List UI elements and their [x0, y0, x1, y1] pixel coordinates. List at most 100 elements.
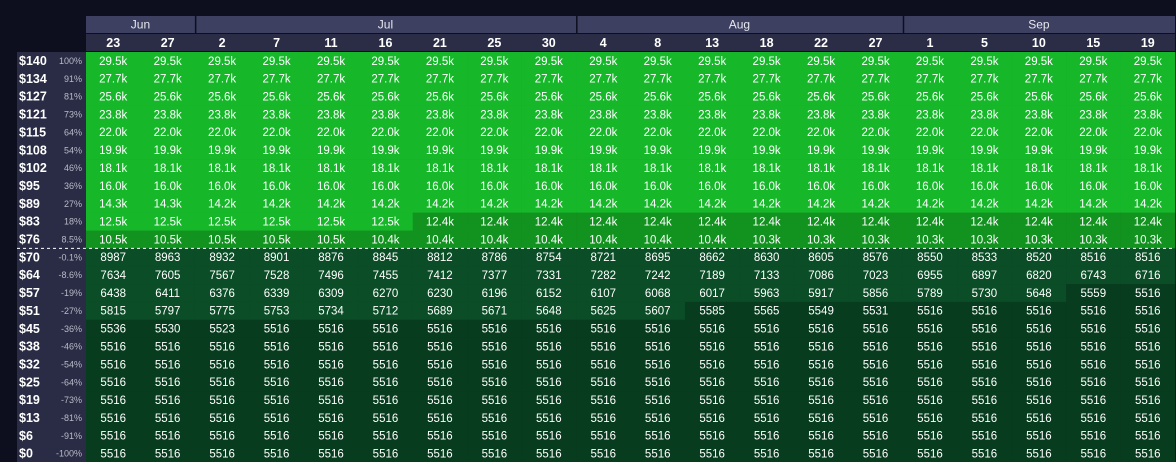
cell-value: 5648	[536, 306, 562, 318]
pct-change-label: 81%	[64, 92, 82, 102]
cell-value: 5516	[264, 395, 290, 407]
cell-value: 16.0k	[644, 181, 672, 193]
cell-value: 5516	[590, 341, 616, 353]
cell-value: 5516	[209, 395, 235, 407]
cell-value: 12.4k	[916, 216, 944, 228]
cell-value: 23.8k	[644, 109, 672, 121]
cell-value: 5516	[1135, 288, 1161, 300]
cell-value: 27.7k	[154, 74, 182, 86]
cell-value: 22.0k	[807, 127, 835, 139]
cell-value: 6376	[209, 288, 235, 300]
cell-value: 18.1k	[644, 163, 672, 175]
pct-change-label: 100%	[59, 56, 82, 66]
cell-value: 14.2k	[861, 199, 889, 211]
cell-value: 5516	[863, 431, 889, 443]
cell-value: 12.4k	[535, 216, 563, 228]
cell-value: 29.5k	[99, 56, 127, 68]
pct-change-label: 73%	[64, 110, 82, 120]
price-label: $121	[19, 108, 47, 122]
cell-value: 12.5k	[208, 216, 236, 228]
cell-value: 6339	[264, 288, 290, 300]
cell-value: 29.5k	[861, 56, 889, 68]
cell-value: 5516	[536, 449, 562, 461]
price-label: $83	[19, 215, 40, 229]
cell-value: 12.5k	[317, 216, 345, 228]
pct-change-label: 27%	[64, 199, 82, 209]
cell-value: 5516	[373, 395, 399, 407]
cell-value: 5730	[972, 288, 998, 300]
cell-value: 27.7k	[263, 74, 291, 86]
cell-value: 5530	[155, 324, 181, 336]
cell-value: 27.7k	[317, 74, 345, 86]
cell-value: 27.7k	[861, 74, 889, 86]
price-label: $32	[19, 357, 40, 371]
price-label: $70	[19, 250, 40, 264]
cell-value: 5516	[536, 377, 562, 389]
cell-value: 5516	[863, 341, 889, 353]
cell-value: 14.3k	[154, 199, 182, 211]
cell-value: 12.4k	[1134, 216, 1162, 228]
cell-value: 29.5k	[589, 56, 617, 68]
cell-value: 14.2k	[644, 199, 672, 211]
cell-value: 27.7k	[807, 74, 835, 86]
cell-value: 5516	[1026, 449, 1052, 461]
cell-value: 25.6k	[317, 92, 345, 104]
cell-value: 5516	[972, 413, 998, 425]
cell-value: 8901	[264, 252, 290, 264]
cell-value: 14.2k	[698, 199, 726, 211]
cell-value: 23.8k	[1025, 109, 1053, 121]
date-header-bar	[86, 34, 1175, 51]
cell-value: 19.9k	[1079, 145, 1107, 157]
cell-value: 5516	[482, 413, 508, 425]
cell-value: 18.1k	[807, 163, 835, 175]
cell-value: 5516	[699, 413, 725, 425]
cell-value: 5516	[808, 413, 834, 425]
cell-value: 5516	[917, 377, 943, 389]
cell-value: 5917	[808, 288, 834, 300]
cell-value: 5516	[917, 341, 943, 353]
cell-value: 5516	[264, 377, 290, 389]
cell-value: 5516	[100, 341, 126, 353]
price-label: $25	[19, 375, 40, 389]
cell-value: 5516	[1081, 431, 1107, 443]
cell-value: 19.9k	[480, 145, 508, 157]
pct-change-label: 36%	[64, 181, 82, 191]
price-label: $6	[19, 429, 33, 443]
cell-value: 22.0k	[1079, 127, 1107, 139]
cell-value: 5516	[699, 341, 725, 353]
cell-value: 5516	[917, 449, 943, 461]
cell-value: 5516	[1026, 395, 1052, 407]
cell-value: 5516	[863, 359, 889, 371]
cell-value: 5516	[100, 413, 126, 425]
price-label: $95	[19, 179, 40, 193]
pct-change-label: -36%	[61, 324, 82, 334]
cell-value: 5516	[1135, 324, 1161, 336]
cell-value: 14.2k	[535, 199, 563, 211]
pct-change-label: -81%	[61, 413, 82, 423]
cell-value: 5516	[318, 341, 344, 353]
pct-change-label: -0.1%	[58, 252, 82, 262]
cell-value: 22.0k	[371, 127, 399, 139]
pct-change-label: -19%	[61, 288, 82, 298]
cell-value: 19.9k	[317, 145, 345, 157]
cell-value: 5516	[427, 449, 453, 461]
cell-value: 19.9k	[263, 145, 291, 157]
cell-value: 5516	[590, 413, 616, 425]
cell-value: 5516	[590, 377, 616, 389]
cell-value: 19.9k	[371, 145, 399, 157]
cell-value: 5815	[100, 306, 126, 318]
cell-value: 27.7k	[99, 74, 127, 86]
cell-value: 5648	[1026, 288, 1052, 300]
cell-value: 5516	[808, 341, 834, 353]
cell-value: 5516	[209, 431, 235, 443]
cell-value: 5607	[645, 306, 671, 318]
cell-value: 25.6k	[154, 92, 182, 104]
cell-value: 5516	[917, 324, 943, 336]
cell-value: 12.5k	[99, 216, 127, 228]
cell-value: 8576	[863, 252, 889, 264]
date-label: 11	[324, 36, 337, 50]
cell-value: 29.5k	[480, 56, 508, 68]
cell-value: 8987	[100, 252, 126, 264]
cell-value: 29.5k	[154, 56, 182, 68]
cell-value: 5516	[1026, 413, 1052, 425]
